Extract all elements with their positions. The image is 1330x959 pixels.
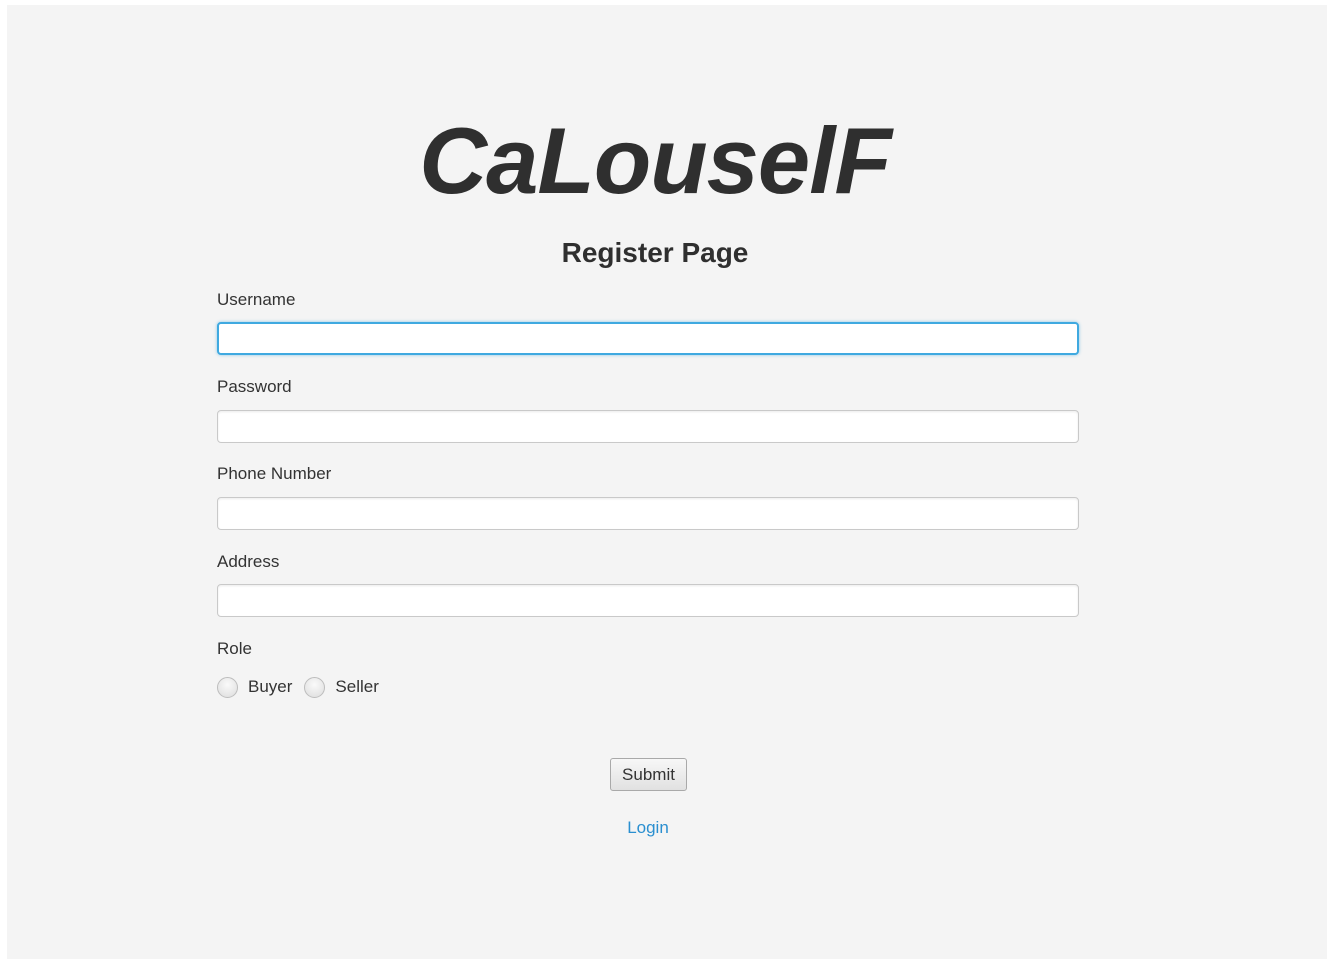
password-label: Password <box>217 377 292 396</box>
username-input[interactable] <box>217 322 1079 355</box>
role-label: Role <box>217 639 252 658</box>
phone-number-input[interactable] <box>217 497 1079 530</box>
app-logo: CaLouselF <box>419 108 892 213</box>
role-radio-group: Buyer Seller <box>217 675 391 699</box>
submit-button[interactable]: Submit <box>610 758 687 791</box>
address-input[interactable] <box>217 584 1079 617</box>
seller-radio[interactable] <box>304 676 326 698</box>
username-label: Username <box>217 290 296 309</box>
buyer-radio[interactable] <box>217 676 238 698</box>
register-window: CaLouselF Register Page Username Passwor… <box>7 5 1327 959</box>
seller-radio-label[interactable]: Seller <box>335 677 378 697</box>
address-label: Address <box>217 552 280 571</box>
page-title: Register Page <box>561 237 749 268</box>
buyer-radio-label[interactable]: Buyer <box>248 677 292 697</box>
password-input[interactable] <box>217 410 1079 443</box>
phone-number-label: Phone Number <box>217 464 332 483</box>
login-link[interactable]: Login <box>7 818 1289 838</box>
